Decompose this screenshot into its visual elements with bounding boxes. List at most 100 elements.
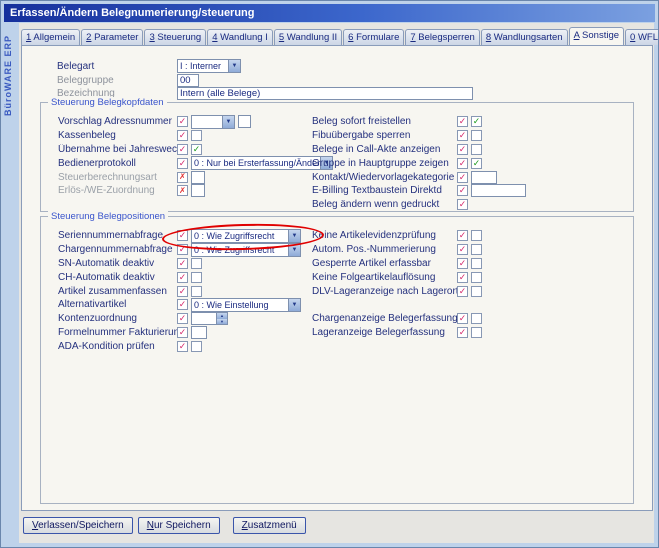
tab-label: 0 WFL/TB (630, 32, 659, 43)
window-body: 1 Allgemein2 Parameter3 Steuerung4 Wandl… (19, 23, 654, 543)
value-checkbox[interactable] (471, 230, 482, 241)
tab-label: 6 Formulare (348, 32, 399, 43)
tab-6-formulare[interactable]: 6 Formulare (343, 29, 404, 45)
dropdown-arrow-icon[interactable]: ▼ (228, 60, 240, 72)
flag-checkbox[interactable]: ✓ (177, 158, 188, 169)
text-field-e-billing-textbaustein-direktd[interactable] (471, 184, 526, 197)
nur-speichern-button[interactable]: Nur Speichern (138, 517, 220, 534)
flag-checkbox[interactable]: ✓ (457, 172, 468, 183)
value-checkbox[interactable] (471, 286, 482, 297)
value-checkbox[interactable]: ✓ (191, 144, 202, 155)
value-checkbox[interactable] (191, 286, 202, 297)
value-checkbox[interactable]: ✓ (471, 158, 482, 169)
dropdown-arrow-icon[interactable]: ▼ (288, 230, 300, 242)
flag-checkbox[interactable]: ✓ (457, 244, 468, 255)
tab-4-wandlung-i[interactable]: 4 Wandlung I (207, 29, 273, 45)
group2-right-column: Keine Artikelevidenzprüfung✓Autom. Pos.-… (312, 229, 627, 339)
flag-checkbox[interactable]: ✓ (457, 327, 468, 338)
bezeichnung-field[interactable]: Intern (alle Belege) (177, 87, 473, 100)
flag-checkbox[interactable]: ✓ (457, 272, 468, 283)
value-checkbox[interactable] (471, 144, 482, 155)
text-field-steuerberechnungsart[interactable] (191, 171, 205, 184)
flag-checkbox[interactable]: ✓ (457, 286, 468, 297)
flag-checkbox[interactable]: ✓ (177, 286, 188, 297)
spinner-field[interactable] (191, 312, 217, 325)
belegart-dropdown[interactable]: I : Interner ▼ (177, 59, 241, 73)
flag-checkbox[interactable]: ✓ (457, 158, 468, 169)
flag-checkbox[interactable]: ✓ (177, 272, 188, 283)
flag-checkbox[interactable]: ✓ (457, 199, 468, 210)
flag-checkbox[interactable]: ✓ (177, 327, 188, 338)
dropdown-chargennummernabfrage[interactable]: 0 : Wie Zugriffsrecht▼ (191, 243, 301, 257)
flag-checkbox[interactable]: ✓ (177, 313, 188, 324)
flag-checkbox[interactable]: ✓ (457, 313, 468, 324)
tab-7-belegsperren[interactable]: 7 Belegsperren (405, 29, 479, 45)
field-label: Vorschlag Adressnummer (58, 116, 177, 127)
flag-checkbox[interactable]: ✓ (457, 185, 468, 196)
value-checkbox[interactable] (191, 258, 202, 269)
value-checkbox[interactable] (471, 130, 482, 141)
value-checkbox[interactable] (471, 272, 482, 283)
field-label: Steuerberechnungsart (58, 172, 177, 183)
flag-checkbox[interactable]: ✓ (457, 144, 468, 155)
value-checkbox[interactable] (191, 272, 202, 283)
flag-checkbox[interactable]: ✓ (457, 258, 468, 269)
flag-checkbox[interactable]: ✓ (177, 144, 188, 155)
form-row: Gesperrte Artikel erfassbar✓ (312, 257, 627, 271)
dropdown-value: 0 : Nur bei Ersterfassung/Änderung (192, 157, 320, 169)
value-checkbox[interactable] (471, 258, 482, 269)
tab-label: 7 Belegsperren (410, 32, 474, 43)
dropdown-seriennummernabfrage[interactable]: 0 : Wie Zugriffsrecht▼ (191, 229, 301, 243)
text-field-kontakt-wiedervorlagekategorie[interactable] (471, 171, 497, 184)
beleggruppe-row: Beleggruppe 00 (57, 73, 199, 87)
beleggruppe-field[interactable]: 00 (177, 74, 199, 87)
flag-checkbox[interactable]: ✓ (457, 116, 468, 127)
dropdown-arrow-icon[interactable]: ▼ (222, 116, 234, 128)
group-belegkopfdaten: Steuerung Belegkopfdaten Vorschlag Adres… (40, 102, 634, 212)
value-checkbox[interactable] (191, 341, 202, 352)
spinner-down-icon[interactable]: ▼ (217, 319, 227, 325)
tab-label: 8 Wandlungsarten (486, 32, 563, 43)
text-field-erl-s-we-zuordnung[interactable] (191, 184, 205, 197)
verlassen-speichern-button[interactable]: Verlassen/Speichern (23, 517, 133, 534)
field-label: Seriennummernabfrage (58, 230, 177, 241)
tab-label: 5 Wandlung II (279, 32, 337, 43)
extra-field[interactable] (238, 115, 251, 128)
flag-checkbox[interactable]: ✓ (177, 116, 188, 127)
flag-checkbox[interactable]: ✓ (177, 258, 188, 269)
flag-checkbox[interactable]: ✓ (177, 299, 188, 310)
dropdown-arrow-icon[interactable]: ▼ (288, 244, 300, 256)
dropdown-alternativartikel[interactable]: 0 : Wie Einstellung▼ (191, 298, 301, 312)
field-label: ADA-Kondition prüfen (58, 341, 177, 352)
text-field-formelnummer-fakturierung[interactable] (191, 326, 207, 339)
flag-checkbox[interactable]: ✓ (177, 244, 188, 255)
field-label: Alternativartikel (58, 299, 177, 310)
form-row (312, 298, 627, 312)
tab-5-wandlung-ii[interactable]: 5 Wandlung II (274, 29, 342, 45)
form-row: Chargenanzeige Belegerfassung✓ (312, 312, 627, 326)
flag-checkbox[interactable]: ✓ (177, 130, 188, 141)
form-row: Belege in Call-Akte anzeigen✓ (312, 143, 627, 157)
value-checkbox[interactable] (471, 313, 482, 324)
flag-checkbox[interactable]: ✓ (457, 130, 468, 141)
flag-checkbox[interactable]: ✓ (177, 230, 188, 241)
flag-checkbox-disabled[interactable]: ✗ (177, 172, 188, 183)
tab-8-wandlungsarten[interactable]: 8 Wandlungsarten (481, 29, 568, 45)
value-checkbox[interactable] (471, 244, 482, 255)
dropdown-arrow-icon[interactable]: ▼ (288, 299, 300, 311)
tab-0-wfl-tb[interactable]: 0 WFL/TB (625, 29, 659, 45)
value-checkbox[interactable] (471, 327, 482, 338)
flag-checkbox[interactable]: ✓ (177, 341, 188, 352)
zusatzmen-button[interactable]: Zusatzmenü (233, 517, 306, 534)
value-checkbox[interactable] (191, 130, 202, 141)
tab-2-parameter[interactable]: 2 Parameter (81, 29, 143, 45)
tab-a-sonstige[interactable]: A Sonstige (569, 27, 624, 45)
value-checkbox[interactable]: ✓ (471, 116, 482, 127)
tab-1-allgemein[interactable]: 1 Allgemein (21, 29, 80, 45)
flag-checkbox-disabled[interactable]: ✗ (177, 185, 188, 196)
tab-3-steuerung[interactable]: 3 Steuerung (144, 29, 206, 45)
flag-checkbox[interactable]: ✓ (457, 230, 468, 241)
spinner-buttons[interactable]: ▲▼ (217, 312, 228, 325)
field-label: Kontakt/Wiedervorlagekategorie (312, 172, 457, 183)
dropdown-vorschlag-adressnummer[interactable]: ▼ (191, 115, 235, 129)
